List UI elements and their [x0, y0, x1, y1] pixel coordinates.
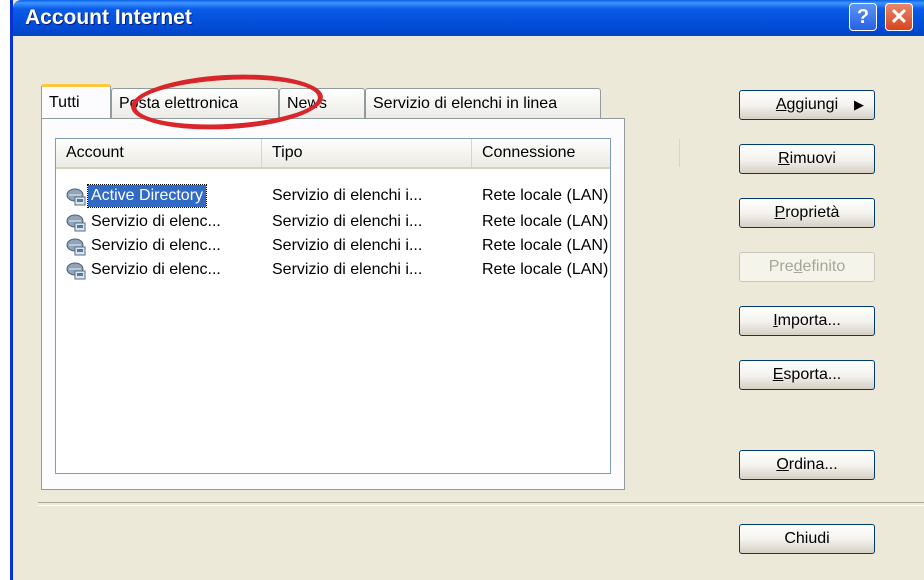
import-button[interactable]: Importa... [739, 306, 875, 336]
account-name: Servizio di elenc... [91, 237, 221, 254]
tab-label: News [287, 94, 328, 112]
account-cell: Servizio di elenc... [66, 235, 224, 257]
list-header: Account Tipo Connessione [56, 139, 680, 169]
connection-cell: Rete locale (LAN) [482, 261, 609, 278]
connection-cell: Rete locale (LAN) [482, 187, 609, 204]
directory-service-icon [66, 214, 86, 232]
submenu-arrow-icon: ▶ [854, 97, 864, 112]
set-default-button: Predefinito [739, 252, 875, 282]
accelerator-key: R [778, 150, 790, 167]
button-text: roprietà [785, 204, 840, 221]
accelerator-key: A [775, 96, 787, 113]
tab-label: Posta elettronica [119, 94, 239, 112]
account-name: Servizio di elenc... [91, 261, 221, 278]
button-text: sporta... [783, 366, 842, 383]
type-cell: Servizio di elenchi i... [272, 237, 423, 254]
accelerator-key: E [772, 366, 784, 383]
title-bar[interactable]: Account Internet ? ✕ [13, 0, 924, 36]
account-name: Servizio di elenc... [91, 213, 221, 230]
add-button[interactable]: Aggiungi ▶ [739, 90, 875, 120]
type-cell: Servizio di elenchi i... [272, 187, 423, 204]
column-header-connessione[interactable]: Connessione [472, 139, 680, 167]
connection-cell: Rete locale (LAN) [482, 237, 609, 254]
list-item[interactable]: Servizio di elenc... Servizio di elenchi… [56, 211, 610, 233]
order-button[interactable]: Ordina... [739, 450, 875, 480]
account-name: Active Directory [86, 184, 208, 208]
connection-cell: Rete locale (LAN) [482, 213, 609, 230]
tab-label: Servizio di elenchi in linea [373, 94, 558, 112]
accelerator-key: d [793, 258, 803, 275]
help-button[interactable]: ? [849, 3, 877, 31]
tab-servizio-elenchi[interactable]: Servizio di elenchi in linea [365, 88, 601, 118]
button-text: Pre [768, 258, 794, 275]
tab-label: Tutti [49, 93, 80, 111]
separator-line [38, 502, 924, 506]
tab-posta-elettronica[interactable]: Posta elettronica [111, 88, 279, 118]
column-header-tipo[interactable]: Tipo [262, 139, 472, 167]
close-dialog-button[interactable]: Chiudi [739, 524, 875, 554]
list-item[interactable]: Servizio di elenc... Servizio di elenchi… [56, 259, 610, 281]
directory-service-icon [66, 188, 86, 206]
column-header-account[interactable]: Account [56, 139, 262, 167]
account-internet-dialog: Account Internet ? ✕ Tutti Posta elettro… [10, 0, 924, 580]
account-cell: Active Directory [66, 184, 208, 208]
type-cell: Servizio di elenchi i... [272, 261, 423, 278]
account-cell: Servizio di elenc... [66, 259, 224, 281]
help-icon: ? [856, 5, 870, 28]
accounts-list[interactable]: Account Tipo Connessione Active Director… [55, 138, 680, 474]
button-text: ggiungi [786, 96, 839, 113]
export-button[interactable]: Esporta... [739, 360, 875, 390]
button-text: efinito [802, 258, 846, 275]
accelerator-key: O [776, 456, 789, 473]
directory-service-icon [66, 238, 86, 256]
type-cell: Servizio di elenchi i... [272, 213, 423, 230]
button-text: imuovi [789, 150, 836, 167]
button-text: Chiudi [784, 530, 830, 547]
tab-news[interactable]: News [279, 88, 365, 118]
list-item[interactable]: Servizio di elenc... Servizio di elenchi… [56, 235, 610, 257]
tab-tutti[interactable]: Tutti [41, 84, 111, 118]
remove-button[interactable]: Rimuovi [739, 144, 875, 174]
close-button[interactable]: ✕ [885, 3, 913, 31]
button-text: mporta... [777, 312, 841, 329]
close-icon: ✕ [889, 4, 909, 29]
accelerator-key: P [774, 204, 786, 221]
directory-service-icon [66, 262, 86, 280]
account-cell: Servizio di elenc... [66, 211, 224, 233]
window-title: Account Internet [25, 6, 192, 29]
list-item[interactable]: Active Directory Servizio di elenchi i..… [56, 184, 610, 208]
properties-button[interactable]: Proprietà [739, 198, 875, 228]
button-text: rdina... [788, 456, 838, 473]
